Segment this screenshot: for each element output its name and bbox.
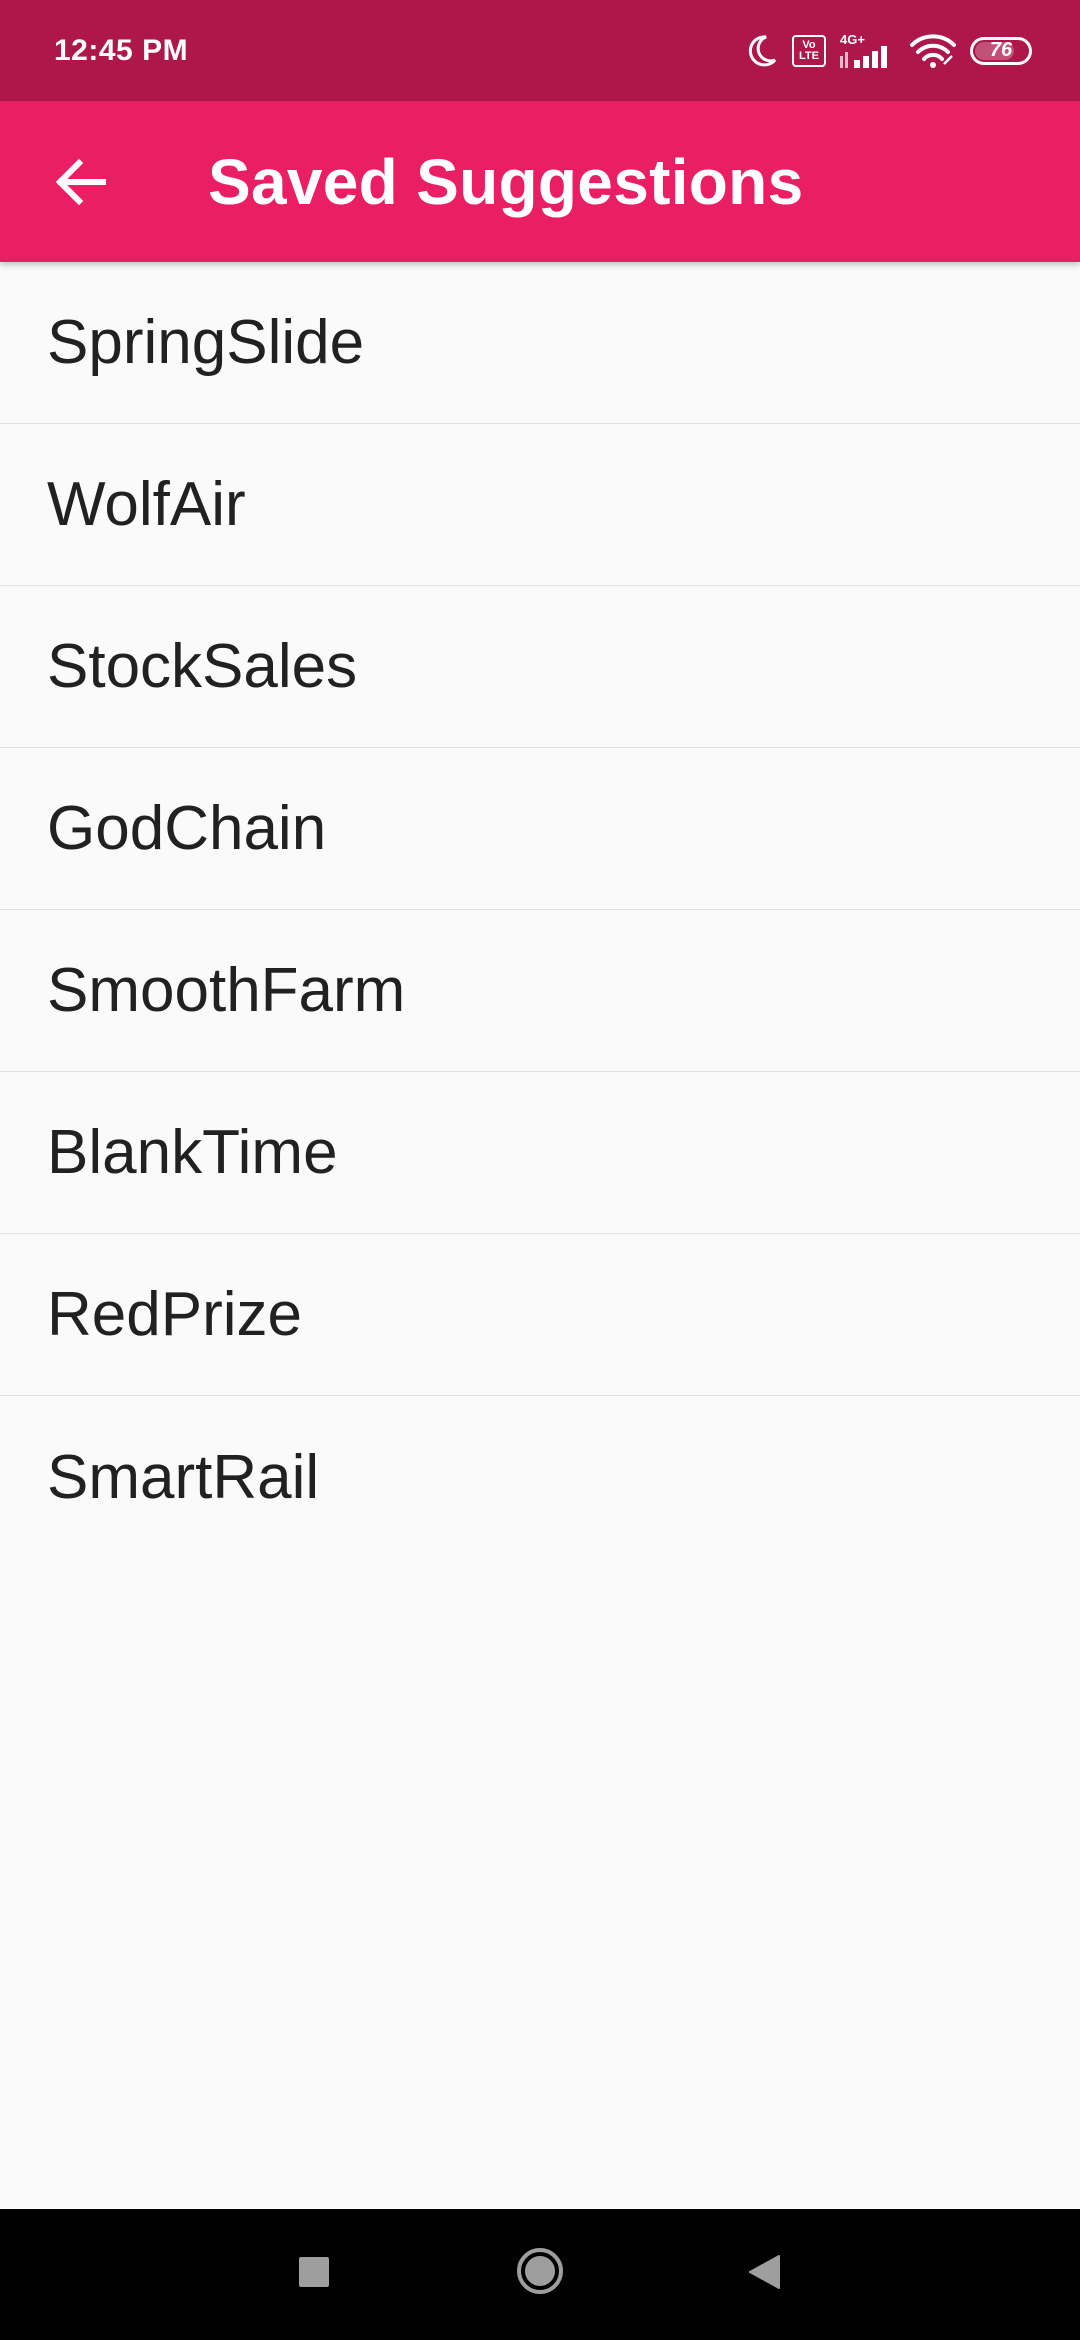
wifi-icon [910,33,956,68]
list-item[interactable]: RedPrize [0,1234,1080,1396]
status-icons: Vo LTE 4G+ 76 [746,33,1032,68]
arrow-back-icon [55,158,106,205]
recents-button[interactable] [286,2237,342,2307]
list-item-label: SmartRail [47,1442,320,1512]
volte-icon: Vo LTE [792,34,826,67]
list-item-label: SmoothFarm [47,956,406,1025]
network-type-label: 4G+ [840,32,865,47]
signal-icon: 4G+ [840,33,896,68]
recents-square-icon [299,2257,329,2287]
list-item-label: GodChain [47,794,327,863]
moon-icon [746,34,778,68]
battery-icon: 76 [970,36,1032,65]
list-item-label: StockSales [47,632,358,701]
list-item-label: SpringSlide [47,308,365,377]
home-circle-icon [517,2248,563,2294]
page-title: Saved Suggestions [208,145,804,218]
volte-top-label: Vo [802,38,816,51]
screen: 12:45 PM Vo LTE 4G+ 76 Saved Suggestions… [0,0,1080,2340]
list-item[interactable]: SmartRail [0,1396,1080,1558]
list-item[interactable]: StockSales [0,586,1080,748]
list-item-label: WolfAir [47,470,246,539]
list-item[interactable]: SmoothFarm [0,910,1080,1072]
home-button[interactable] [502,2231,578,2311]
list-item[interactable]: WolfAir [0,424,1080,586]
list-item-label: BlankTime [47,1118,338,1187]
list-item-label: RedPrize [47,1280,302,1349]
list-item[interactable]: GodChain [0,748,1080,910]
saved-suggestions-list: SpringSlide WolfAir StockSales GodChain … [0,262,1080,1558]
list-item[interactable]: BlankTime [0,1072,1080,1234]
app-bar: Saved Suggestions [0,101,1080,262]
status-bar: 12:45 PM Vo LTE 4G+ 76 [0,0,1080,101]
back-triangle-icon [749,2255,780,2289]
battery-level: 76 [989,39,1013,61]
status-time: 12:45 PM [54,33,189,67]
system-nav-bar [0,2209,1080,2340]
list-item[interactable]: SpringSlide [0,262,1080,424]
volte-bottom-label: LTE [799,49,819,62]
back-button[interactable] [26,127,136,237]
nav-back-button[interactable] [736,2237,792,2307]
